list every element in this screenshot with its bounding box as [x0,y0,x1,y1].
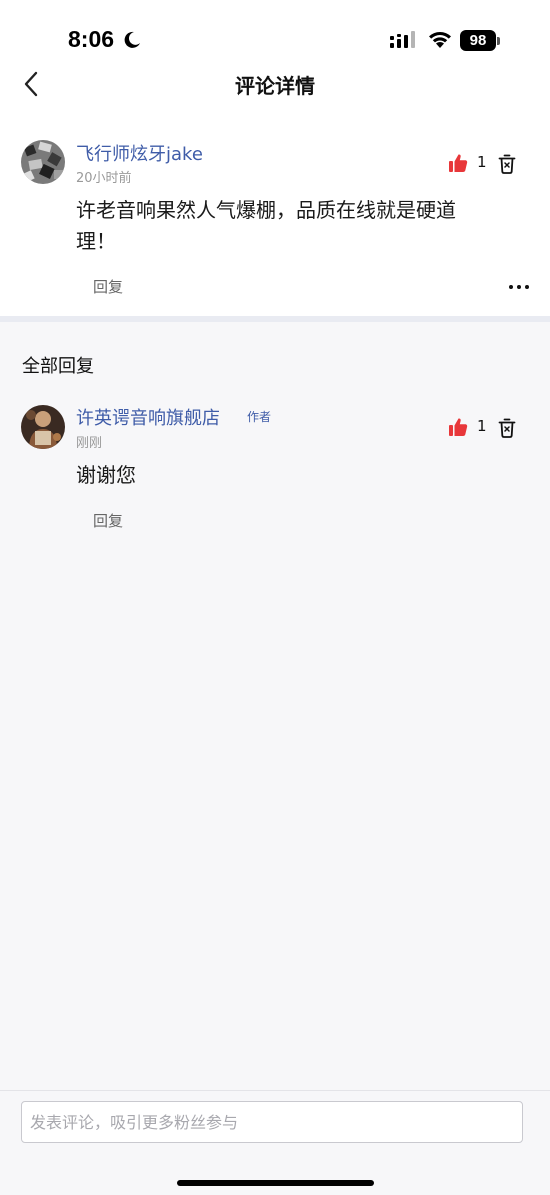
reply-button[interactable]: 回复 [93,276,123,297]
cellular-signal-icon [390,31,415,48]
avatar[interactable] [21,405,65,449]
avatar-image [21,140,65,184]
main-comment: 飞行师炫牙jake 20小时前 1 许老音响果然人气爆棚，品质在线就是硬道 理！… [0,112,550,316]
comment-username[interactable]: 飞行师炫牙jake [76,140,203,166]
reply-username[interactable]: 许英谔音响旗舰店 [76,404,220,430]
comment-timestamp: 20小时前 [76,171,132,186]
comment-input[interactable] [21,1101,523,1143]
avatar[interactable] [21,140,65,184]
trash-icon[interactable] [498,418,516,438]
author-badge: 作者 [247,410,272,424]
comment-text-line1: 许老音响果然人气爆棚，品质在线就是硬道 [76,198,456,222]
status-time: 8:06 [68,26,115,52]
like-count: 1 [477,153,487,171]
thumbs-up-icon[interactable] [448,153,468,173]
moon-icon [124,31,140,48]
trash-icon[interactable] [498,154,516,174]
replies-section: 全部回复 许英谔音响旗舰店 作者 刚刚 1 谢谢您 回复 [0,322,550,1090]
battery-indicator: 98 [460,30,496,51]
nav-bar: 评论详情 [0,62,550,112]
like-count: 1 [477,417,487,435]
bottom-bar [0,1090,550,1195]
comment-text-line2: 理！ [76,229,116,253]
more-options-icon[interactable] [507,283,531,291]
page-title: 评论详情 [235,74,315,98]
reply-button[interactable]: 回复 [93,510,123,531]
wifi-icon [429,31,451,48]
reply-text: 谢谢您 [76,463,136,487]
replies-header: 全部回复 [22,356,94,377]
avatar-image [21,405,65,449]
home-indicator [177,1180,374,1186]
thumbs-up-icon[interactable] [448,417,468,437]
reply-timestamp: 刚刚 [76,436,103,451]
status-bar: 8:06 98 [0,0,550,62]
battery-tip [497,37,500,45]
